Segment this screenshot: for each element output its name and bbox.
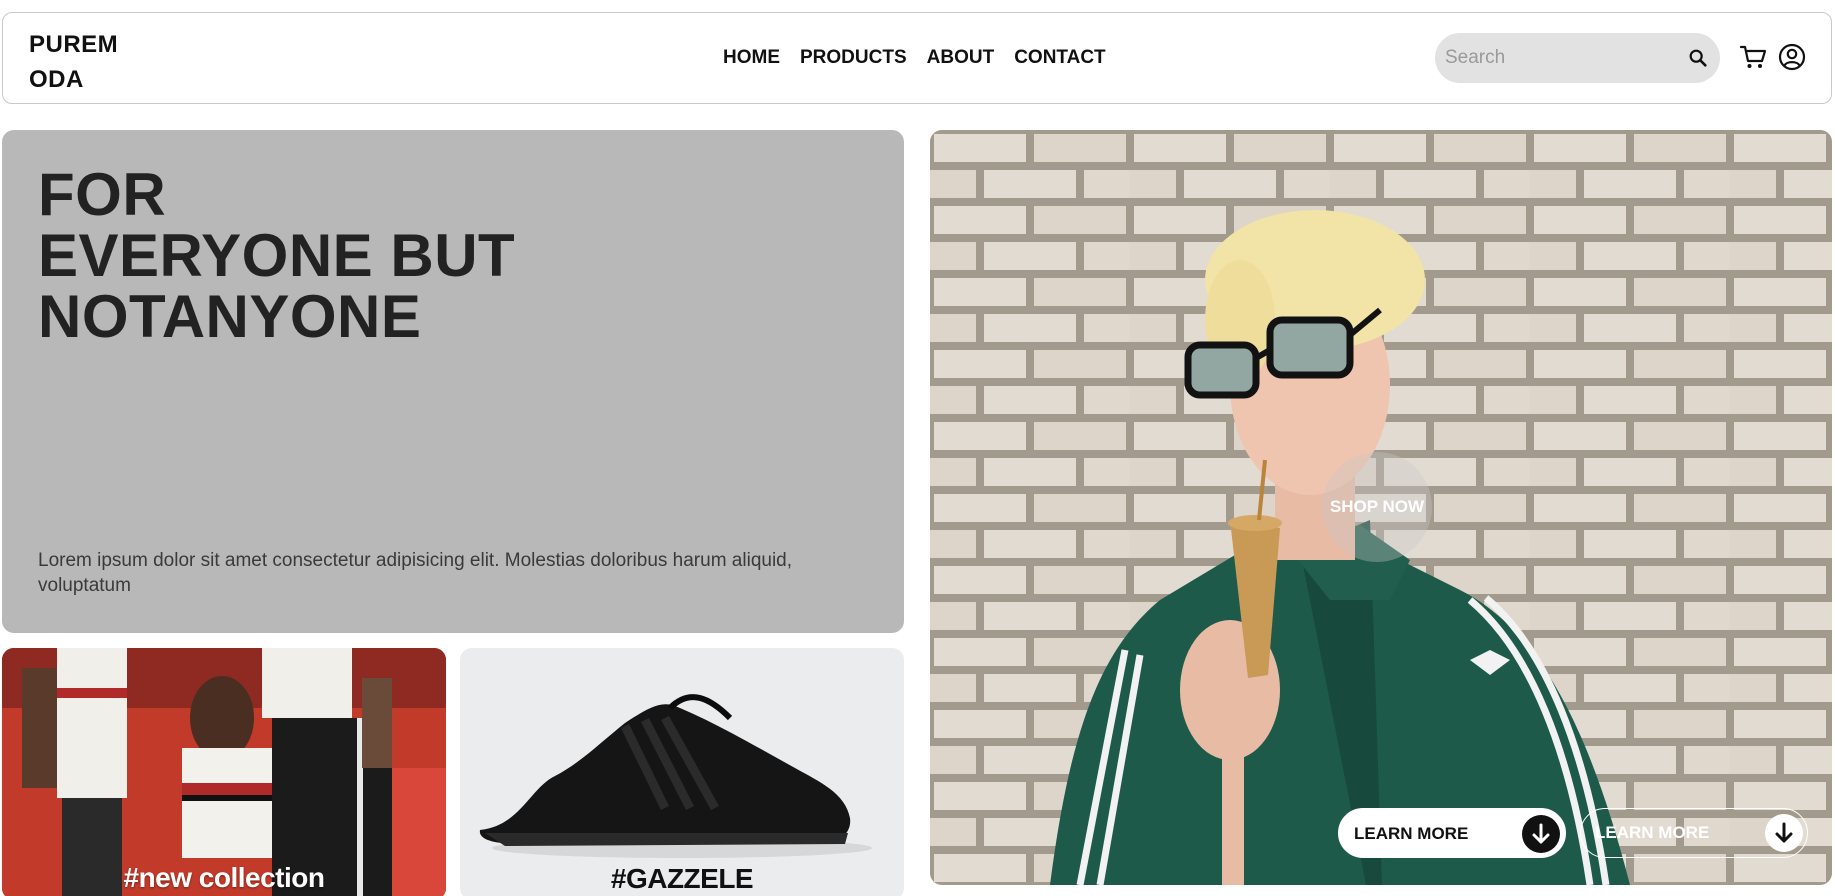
nav-products[interactable]: PRODUCTS bbox=[800, 47, 907, 69]
site-logo[interactable]: PUREM ODA bbox=[29, 27, 149, 97]
nav-contact[interactable]: CONTACT bbox=[1014, 47, 1105, 69]
learn-more-outline-button[interactable]: LEARN MORE bbox=[1580, 808, 1808, 858]
gazelle-tile[interactable]: #GAZZELE bbox=[460, 648, 904, 896]
search-bar bbox=[1435, 33, 1720, 83]
featured-photo-card: SHOP NOW LEARN MORE LEARN MORE bbox=[930, 130, 1832, 885]
collection-caption: #new collection bbox=[123, 862, 326, 893]
new-collection-tile[interactable]: #new collection bbox=[2, 648, 446, 896]
navbar: PUREM ODA HOME PRODUCTS ABOUT CONTACT bbox=[2, 12, 1832, 104]
cart-icon[interactable] bbox=[1738, 42, 1768, 72]
hero-card: FOR EVERYONE BUT NOTANYONE Lorem ipsum d… bbox=[2, 130, 904, 633]
nav-about[interactable]: ABOUT bbox=[927, 47, 995, 69]
arrow-down-icon bbox=[1522, 815, 1560, 853]
hero-title: FOR EVERYONE BUT NOTANYONE bbox=[38, 161, 516, 350]
user-account-icon[interactable] bbox=[1778, 43, 1806, 71]
search-input[interactable] bbox=[1445, 43, 1675, 73]
learn-more-label: LEARN MORE bbox=[1354, 824, 1469, 843]
search-icon[interactable] bbox=[1687, 47, 1709, 69]
sneaker-image bbox=[479, 694, 872, 858]
gazelle-caption: #GAZZELE bbox=[610, 863, 754, 894]
nav-home[interactable]: HOME bbox=[723, 47, 780, 69]
arrow-down-icon bbox=[1765, 814, 1803, 852]
main-nav: HOME PRODUCTS ABOUT CONTACT bbox=[723, 47, 1106, 69]
collection-photo bbox=[2, 648, 446, 896]
hero-description: Lorem ipsum dolor sit amet consectetur a… bbox=[38, 550, 793, 596]
shop-now-button[interactable]: SHOP NOW bbox=[1322, 452, 1432, 562]
learn-more-button[interactable]: LEARN MORE bbox=[1338, 808, 1566, 858]
learn-more-outline-label: LEARN MORE bbox=[1595, 823, 1710, 842]
